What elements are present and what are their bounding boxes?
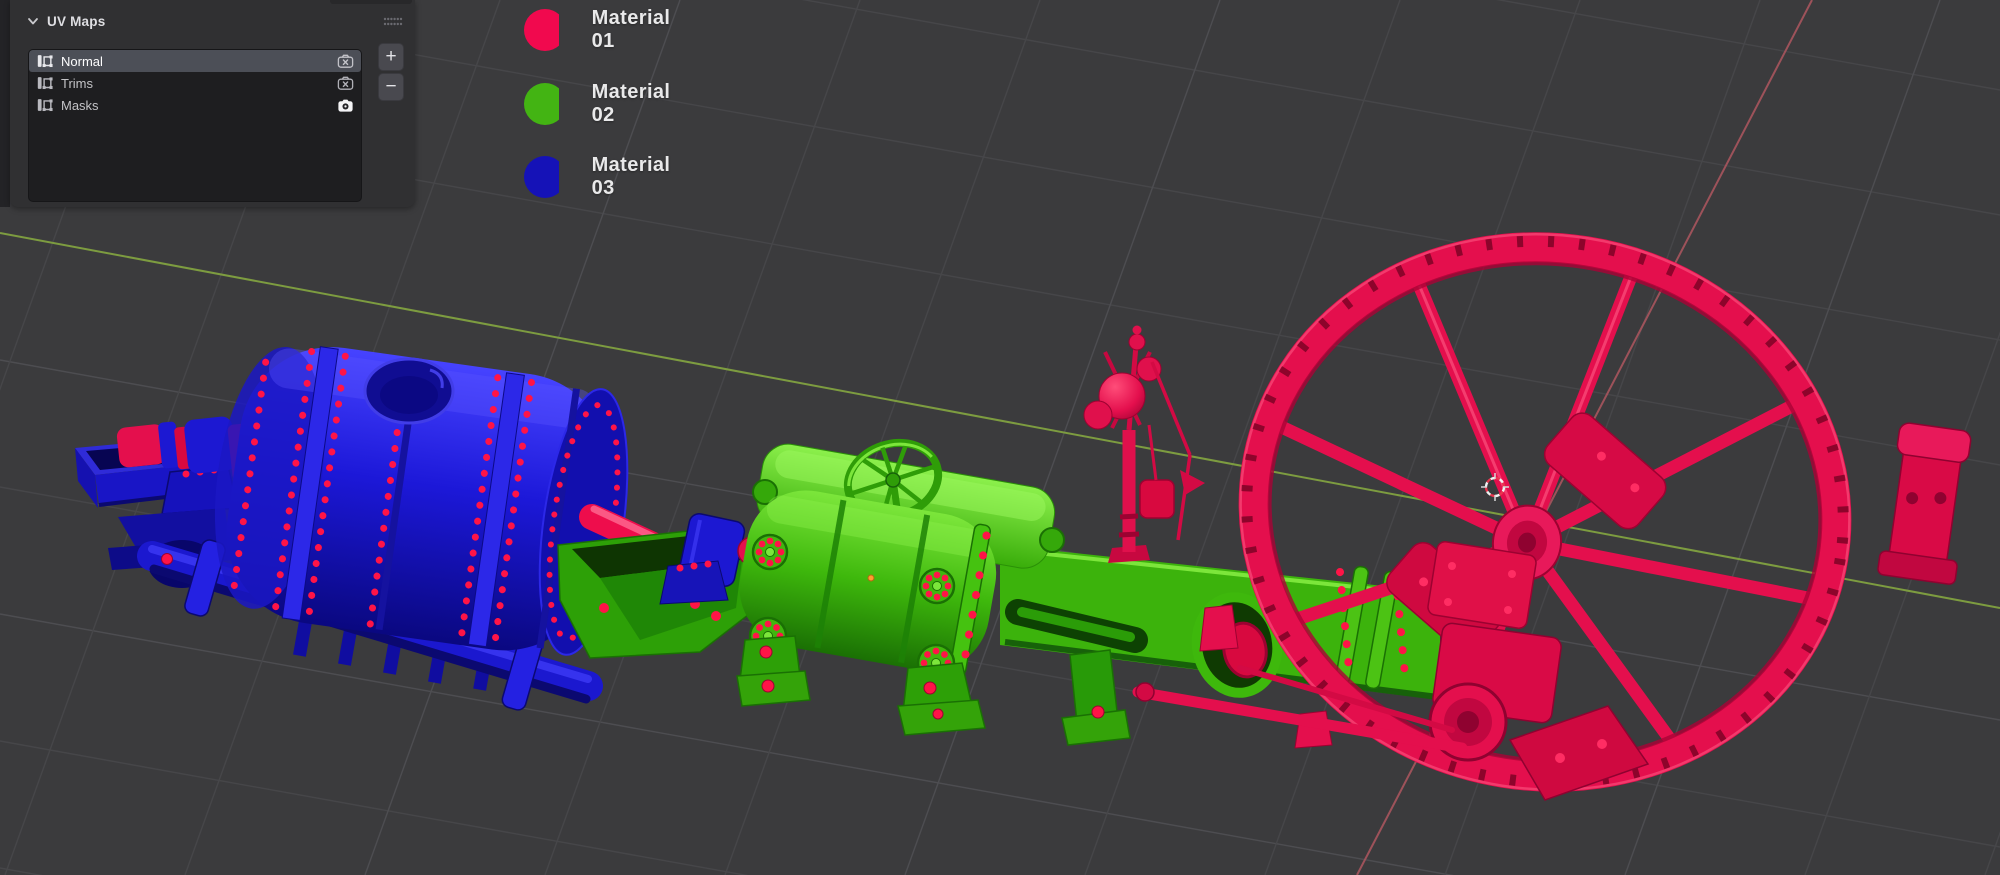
material-03-label: Material 03 — [591, 154, 671, 199]
uv-map-name: Masks — [61, 97, 99, 113]
material-01-label: Material 01 — [591, 7, 671, 52]
legend-item-material-01: Material 01 — [523, 7, 679, 52]
uv-maps-panel: UV Maps Normal Trims Masks + − — [10, 0, 415, 207]
uvmap-icon — [36, 74, 54, 92]
object-origin-dot — [867, 574, 875, 582]
chevron-down-icon[interactable] — [26, 14, 40, 28]
material-01-swatch — [524, 9, 559, 51]
uv-map-name: Normal — [61, 53, 103, 69]
uvmap-icon — [36, 52, 54, 70]
uv-map-name: Trims — [61, 75, 94, 91]
uvmap-icon — [36, 96, 54, 114]
camera-render-disabled-icon[interactable] — [336, 52, 355, 70]
legend-item-material-02: Material 02 — [523, 81, 679, 126]
grip-dots-icon[interactable] — [383, 15, 403, 27]
uv-maps-panel-header[interactable]: UV Maps — [10, 0, 415, 42]
uv-map-row-masks[interactable]: Masks — [29, 94, 361, 116]
material-03-swatch — [524, 156, 559, 198]
camera-render-enabled-icon[interactable] — [336, 96, 355, 114]
list-buttons: + − — [378, 43, 404, 103]
material-02-label: Material 02 — [591, 81, 671, 126]
blender-viewport-screenshot: Material 01 Material 02 Material 03 UV M… — [0, 0, 2000, 875]
panel-title: UV Maps — [47, 13, 106, 29]
remove-uv-map-button[interactable]: − — [378, 73, 404, 101]
uv-map-list: Normal Trims Masks — [28, 49, 362, 202]
uv-map-row-normal[interactable]: Normal — [29, 50, 361, 72]
uv-map-row-trims[interactable]: Trims — [29, 72, 361, 94]
legend-item-material-03: Material 03 — [523, 154, 679, 199]
add-uv-map-button[interactable]: + — [378, 43, 404, 71]
camera-render-disabled-icon[interactable] — [336, 74, 355, 92]
material-02-swatch — [524, 83, 559, 125]
